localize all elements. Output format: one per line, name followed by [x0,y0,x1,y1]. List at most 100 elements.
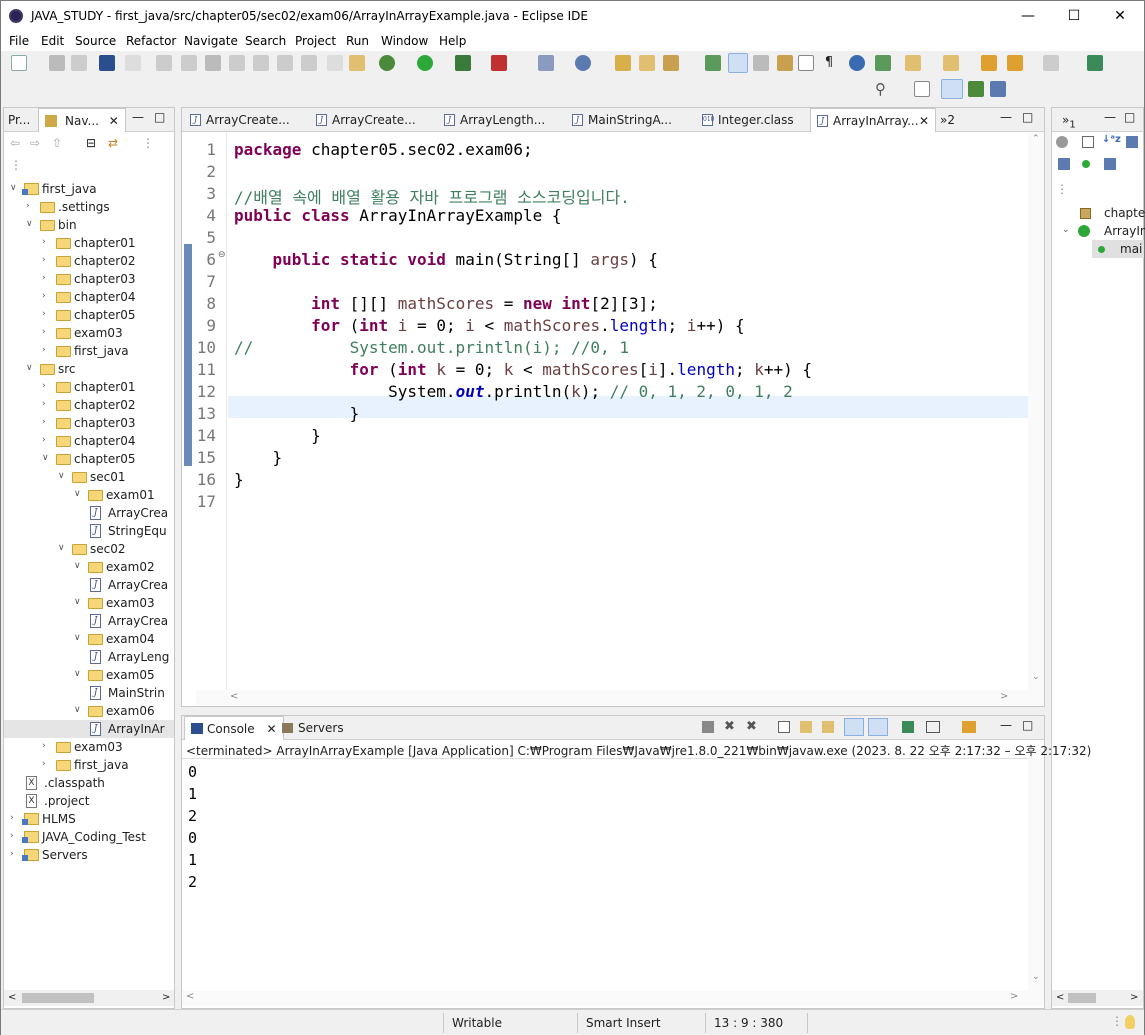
pin-editor-icon[interactable] [1087,55,1103,71]
tree-item[interactable]: › Servers [4,846,174,864]
tree-item[interactable]: ∨ first_java [4,180,174,198]
view-menu-icon[interactable]: ⋮ [1056,182,1068,196]
block-selection-icon[interactable] [777,55,793,71]
chevron-right-icon[interactable]: › [42,256,50,265]
scroll-down-icon[interactable]: ⌄ [1032,672,1040,682]
scroll-right-icon[interactable]: > [162,992,170,1003]
scroll-left-icon[interactable]: < [8,992,16,1003]
menu-project[interactable]: Project [295,34,336,48]
minimize-view-icon[interactable]: — [1000,110,1012,124]
tree-item[interactable]: ∨ src [4,360,174,378]
maximize-view-icon[interactable]: □ [1124,110,1135,124]
editor-vertical-scrollbar[interactable]: ⌃ ⌄ [1028,132,1044,690]
clear-console-icon[interactable] [778,721,790,733]
annotation-icon[interactable] [705,55,721,71]
chevron-right-icon[interactable]: › [42,346,50,355]
collapse-all-icon[interactable]: ⊟ [86,136,96,150]
scroll-lock-icon[interactable] [800,721,812,733]
terminate-icon[interactable] [205,55,221,71]
console-horizontal-scrollbar[interactable]: < > [182,990,1044,1006]
maximize-view-icon[interactable]: □ [1022,110,1033,124]
editor-tab-1[interactable]: J ArrayCreate... [184,108,296,132]
editor-tab-active[interactable]: J ArrayInArray... ✕ [810,108,936,132]
tree-item[interactable]: ∨ chapter05 [4,450,174,468]
chevron-right-icon[interactable]: › [42,382,50,391]
open-task-icon[interactable] [639,55,655,71]
tree-item[interactable]: › chapter04 [4,288,174,306]
chevron-right-icon[interactable]: › [42,400,50,409]
tree-item[interactable]: ∨ exam03 [4,594,174,612]
word-wrap-icon[interactable] [798,55,814,71]
open-type-icon[interactable] [615,55,631,71]
tree-item[interactable]: ∨ exam04 [4,630,174,648]
editor-tab-2[interactable]: J ArrayCreate... [310,108,422,132]
minimize-view-icon[interactable]: — [1104,110,1116,124]
chevron-down-icon[interactable]: ∨ [74,598,82,607]
show-on-stdout-icon[interactable] [844,718,864,736]
tree-item[interactable]: › chapter04 [4,432,174,450]
java-perspective-icon[interactable] [941,79,963,99]
debug-icon[interactable] [379,55,395,71]
fold-collapse-icon[interactable]: ⊖ [218,250,226,260]
lightbulb-icon[interactable] [1125,1015,1135,1029]
tree-item[interactable]: › chapter01 [4,234,174,252]
hide-static-icon[interactable] [1126,136,1138,148]
forward-icon[interactable] [1043,55,1059,71]
terminate-icon[interactable] [702,721,714,733]
scroll-right-icon[interactable]: > [1130,992,1138,1003]
maximize-view-icon[interactable]: □ [154,110,165,124]
hide-non-public-icon[interactable] [1058,158,1070,170]
tree-item[interactable]: › first_java [4,342,174,360]
tree-item[interactable]: X .classpath [4,774,174,792]
chevron-down-icon[interactable]: ∨ [74,706,82,715]
console-vertical-scrollbar[interactable]: ⌄ [1028,758,1044,990]
editor-tab-overflow[interactable]: »2 [936,108,961,132]
outline-horizontal-scrollbar[interactable]: < > [1052,990,1143,1006]
tree-item[interactable]: J ArrayCrea [4,576,174,594]
tree-item[interactable]: › .settings [4,198,174,216]
tree-item[interactable]: › JAVA_Coding_Test [4,828,174,846]
remove-all-icon[interactable]: ✖ [746,719,757,734]
hide-local-types-icon[interactable] [1082,160,1090,168]
chevron-right-icon[interactable]: › [42,238,50,247]
terminal-icon[interactable] [99,55,115,71]
chevron-right-icon[interactable]: › [42,436,50,445]
menu-file[interactable]: File [9,34,29,48]
link-icon[interactable] [1104,158,1116,170]
save-all-icon[interactable] [71,55,87,71]
chevron-down-icon[interactable]: ∨ [26,364,34,373]
minimize-view-icon[interactable]: — [132,110,144,124]
chevron-down-icon[interactable]: ∨ [42,454,50,463]
tree-item[interactable]: › exam03 [4,738,174,756]
tree-item[interactable]: › first_java [4,756,174,774]
hide-fields-icon[interactable] [1056,136,1068,148]
tree-item[interactable]: › chapter02 [4,396,174,414]
drop-to-frame-icon[interactable] [327,55,343,71]
back-icon[interactable] [1007,55,1023,71]
search-icon[interactable] [663,55,679,71]
close-icon[interactable]: ✕ [919,114,929,128]
pin-console-icon[interactable] [902,721,914,733]
new-class-icon[interactable] [575,55,591,71]
tree-item[interactable]: › chapter03 [4,270,174,288]
chevron-down-icon[interactable]: ∨ [10,184,18,193]
chevron-right-icon[interactable]: › [42,418,50,427]
view-menu-icon[interactable]: ⋮ [10,158,22,172]
disconnect-icon[interactable] [229,55,245,71]
resume-icon[interactable] [156,55,172,71]
chevron-down-icon[interactable]: ∨ [74,490,82,499]
view-menu-icon[interactable]: ⋮ [142,136,154,150]
tab-package-explorer[interactable]: Pr... [4,108,36,132]
scroll-thumb[interactable] [1068,993,1096,1003]
menu-source[interactable]: Source [75,34,116,48]
open-console-icon[interactable] [962,721,976,733]
tree-item[interactable]: › exam03 [4,324,174,342]
chevron-right-icon[interactable]: › [10,850,18,859]
menu-search[interactable]: Search [245,34,286,48]
editor-horizontal-scrollbar[interactable]: < > [196,690,1044,706]
whitespace-icon[interactable]: ¶ [821,55,837,71]
toggle-mark-occurrences-icon[interactable] [728,53,748,73]
tree-item[interactable]: › chapter01 [4,378,174,396]
close-icon[interactable]: ✕ [109,114,119,128]
tree-item[interactable]: ∨ exam02 [4,558,174,576]
